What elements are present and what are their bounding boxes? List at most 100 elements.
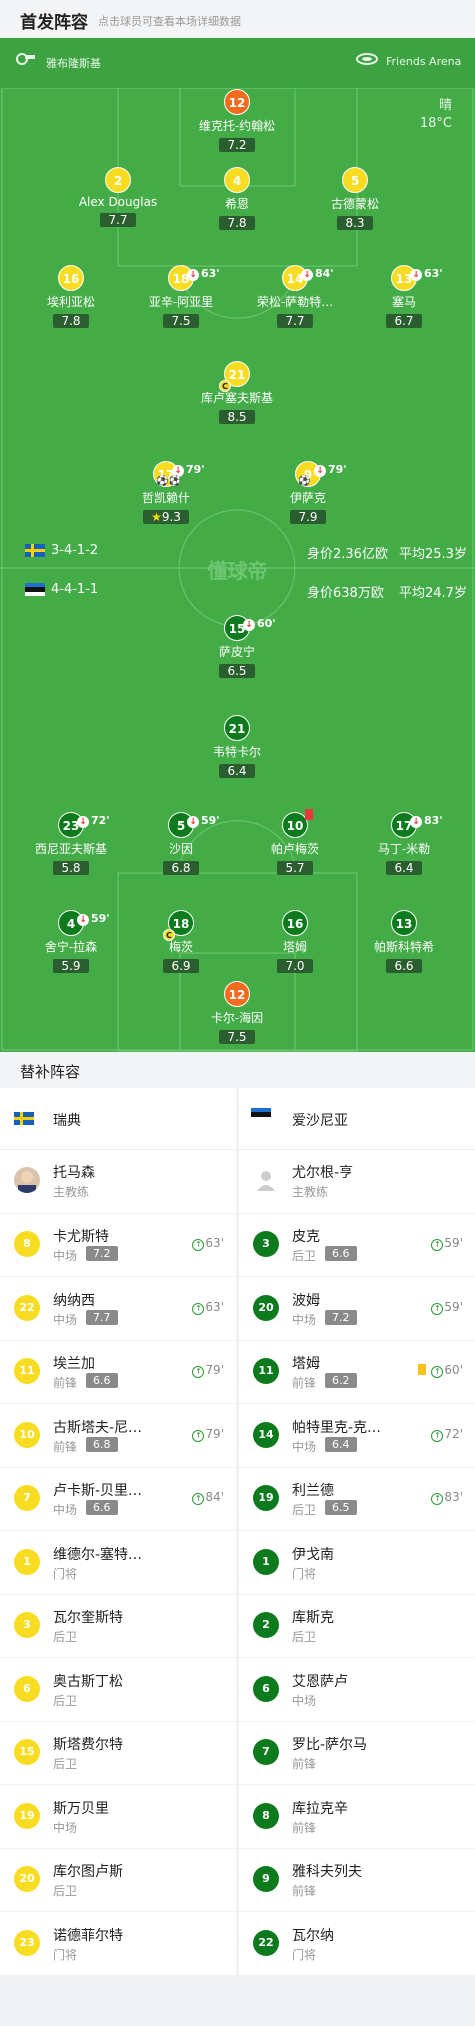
subs-title: 替补阵容	[20, 1063, 81, 1081]
player-home-fw-2[interactable]: 9 ↓ 79' ⚽ 伊萨克 7.9	[253, 461, 363, 525]
player-name: 埃兰加	[53, 1356, 95, 1372]
shirt-number: 21	[224, 715, 250, 741]
player-position: 后卫	[292, 1630, 317, 1644]
sub-player-row[interactable]: 1 伊戈南 门将	[239, 1532, 475, 1595]
shirt-number: 3	[253, 1231, 279, 1257]
coach-row[interactable]: 托马森 主教练	[0, 1150, 236, 1214]
player-home-mid-3[interactable]: 14 ↓ 84' 荣松-萨勒特… 7.7	[240, 265, 350, 329]
sub-player-row[interactable]: 2 库斯克 后卫	[239, 1595, 475, 1658]
home-subs-team: 瑞典	[0, 1088, 236, 1150]
sub-player-row[interactable]: 19 利兰德 后卫 6.5 ↑ 83'	[239, 1468, 475, 1531]
player-position: 后卫	[53, 1884, 78, 1898]
player-rating: 6.8	[86, 1436, 118, 1452]
player-away-mid-3[interactable]: 10 帕卢梅茨 5.7	[240, 809, 350, 876]
sub-on-icon: ↑	[431, 1302, 444, 1315]
shirt-number: 8	[14, 1231, 40, 1257]
sub-player-row[interactable]: 11 塔姆 前锋 6.2 ↑ 60'	[239, 1341, 475, 1404]
sub-player-row[interactable]: 7 卢卡斯-贝里… 中场 6.6 ↑ 84'	[0, 1468, 236, 1531]
player-away-am[interactable]: 21 韦特卡尔 6.4	[182, 715, 292, 779]
captain-icon: C	[219, 380, 231, 392]
sub-player-row[interactable]: 11 埃兰加 前锋 6.6 ↑ 79'	[0, 1341, 236, 1404]
player-rating: 6.2	[325, 1373, 357, 1388]
sub-on-indicator: ↑ 63'	[192, 1300, 224, 1315]
player-name: 塔姆	[292, 1356, 320, 1372]
sub-player-row[interactable]: 6 奥古斯丁松 后卫	[0, 1659, 236, 1722]
sub-on-icon: ↑	[192, 1429, 205, 1442]
player-rating: 7.2	[219, 138, 255, 152]
shirt-number: 1	[253, 1548, 279, 1575]
sub-player-row[interactable]: 7 罗比-萨尔马 前锋	[239, 1722, 475, 1785]
sub-player-row[interactable]: 3 皮克 后卫 6.6 ↑ 59'	[239, 1214, 475, 1277]
player-position: 后卫	[292, 1503, 317, 1517]
player-home-def-1[interactable]: 2 Alex Douglas 7.7	[63, 167, 173, 228]
home-formation: 3-4-1-2	[51, 543, 99, 558]
sub-player-row[interactable]: 6 艾恩萨卢 中场	[239, 1659, 475, 1722]
sub-player-row[interactable]: 15 斯塔费尔特 后卫	[0, 1722, 236, 1785]
player-away-mid-2[interactable]: 5 ↓ 59' 沙因 6.8	[126, 812, 236, 876]
sub-player-row[interactable]: 10 古斯塔夫-尼… 前锋 6.8 ↑ 79'	[0, 1405, 236, 1468]
shirt-number: 7	[253, 1739, 279, 1765]
player-away-def-4[interactable]: 13 帕斯科特希 6.6	[349, 910, 459, 974]
player-position: 后卫	[53, 1757, 78, 1771]
lineup-header: 首发阵容 点击球员可查看本场详细数据	[0, 0, 475, 38]
player-home-def-3[interactable]: 5 古德蒙松 8.3	[300, 167, 410, 231]
sub-player-row[interactable]: 3 瓦尔奎斯特 后卫	[0, 1595, 236, 1658]
sub-player-row[interactable]: 8 卡尤斯特 中场 7.2 ↑ 63'	[0, 1214, 236, 1277]
player-home-mid-1[interactable]: 16 埃利亚松 7.8	[16, 265, 126, 329]
player-home-am[interactable]: 21 C 库卢塞夫斯基 8.5	[182, 361, 292, 425]
sub-player-row[interactable]: 1 维德尔-塞特… 门将	[0, 1532, 236, 1595]
sub-player-row[interactable]: 8 库拉克辛 前锋	[239, 1786, 475, 1849]
player-name: 纳纳西	[53, 1292, 95, 1309]
player-name: 波姆	[292, 1292, 320, 1309]
player-rating: 6.8	[163, 861, 199, 875]
player-rating: 7.5	[219, 1030, 255, 1044]
shirt-number: 18 ↓ 63'	[168, 265, 220, 291]
player-home-fw-1[interactable]: 17 ↓ 79' ⚽⚽ 哲凯赖什 ★9.3	[111, 461, 221, 525]
team-name: 瑞典	[53, 1113, 81, 1129]
player-home-def-2[interactable]: 4 希恩 7.8	[182, 167, 292, 231]
player-home-mid-4[interactable]: 13 ↓ 63' 塞马 6.7	[349, 265, 459, 329]
player-home-mid-2[interactable]: 18 ↓ 63' 亚辛-阿亚里 7.5	[126, 265, 236, 329]
sub-player-row[interactable]: 19 斯万贝里 中场	[0, 1786, 236, 1849]
player-name: 瓦尔奎斯特	[53, 1610, 123, 1626]
lineup-title: 首发阵容	[20, 13, 88, 33]
sub-on-indicator: ↑ 59'	[431, 1236, 463, 1251]
sub-player-row[interactable]: 20 波姆 中场 7.2 ↑ 59'	[239, 1278, 475, 1341]
sub-player-row[interactable]: 9 雅科夫列夫 前锋	[239, 1849, 475, 1912]
stadium-name: Friends Arena	[386, 55, 462, 68]
sub-player-row[interactable]: 23 诺德菲尔特 门将	[0, 1913, 236, 1976]
shirt-number: 16	[58, 265, 84, 291]
player-position: 中场	[292, 1439, 317, 1454]
sub-off-icon: ↓	[77, 914, 89, 926]
player-name: 帕斯科特希	[373, 940, 434, 954]
sub-player-row[interactable]: 22 瓦尔纳 门将	[239, 1913, 475, 1976]
sub-on-indicator: ↑ 72'	[431, 1427, 463, 1442]
shirt-number: 16	[282, 910, 308, 936]
sub-player-row[interactable]: 22 纳纳西 中场 7.7 ↑ 63'	[0, 1278, 236, 1341]
player-rating: 6.7	[386, 314, 422, 328]
coach-row[interactable]: 尤尔根-亨 主教练	[239, 1150, 475, 1214]
sub-player-row[interactable]: 20 库尔图卢斯 后卫	[0, 1849, 236, 1912]
player-name: 希恩	[224, 197, 249, 211]
player-name: 诺德菲尔特	[53, 1927, 123, 1944]
player-name: 亚辛-阿亚里	[148, 295, 214, 309]
sub-player-row[interactable]: 14 帕特里克-克… 中场 6.4 ↑ 72'	[239, 1405, 475, 1468]
player-away-def-1[interactable]: 4 ↓ 59' 舍宁-拉森 5.9	[16, 910, 126, 974]
player-away-def-2[interactable]: 18 C 梅茨 6.9	[126, 910, 236, 974]
player-away-mid-1[interactable]: 23 ↓ 72' 西尼亚夫斯基 5.8	[16, 812, 126, 876]
player-name: 古德蒙松	[330, 197, 379, 211]
player-home-gk[interactable]: 12 维克托-约翰松 7.2	[182, 89, 292, 153]
sub-off-indicator: ↓ 84'	[301, 261, 334, 287]
coach-name: 托马森	[53, 1165, 95, 1181]
player-away-def-3[interactable]: 16 塔姆 7.0	[240, 910, 350, 974]
player-rating: 6.6	[86, 1373, 118, 1388]
player-away-gk[interactable]: 12 卡尔-海因 7.5	[182, 981, 292, 1045]
shirt-number: 19	[253, 1485, 279, 1511]
sub-on-indicator: ↑ 59'	[431, 1300, 463, 1315]
player-away-mid-4[interactable]: 17 ↓ 83' 马丁-米勒 6.4	[349, 812, 459, 876]
sub-on-icon: ↑	[192, 1493, 205, 1505]
shirt-number: 23 ↓ 72'	[58, 812, 110, 838]
shirt-number: 13	[391, 910, 417, 936]
player-away-fw[interactable]: 15 ↓ 60' 萨皮宁 6.5	[182, 615, 292, 679]
coach-name: 尤尔根-亨	[292, 1165, 354, 1181]
